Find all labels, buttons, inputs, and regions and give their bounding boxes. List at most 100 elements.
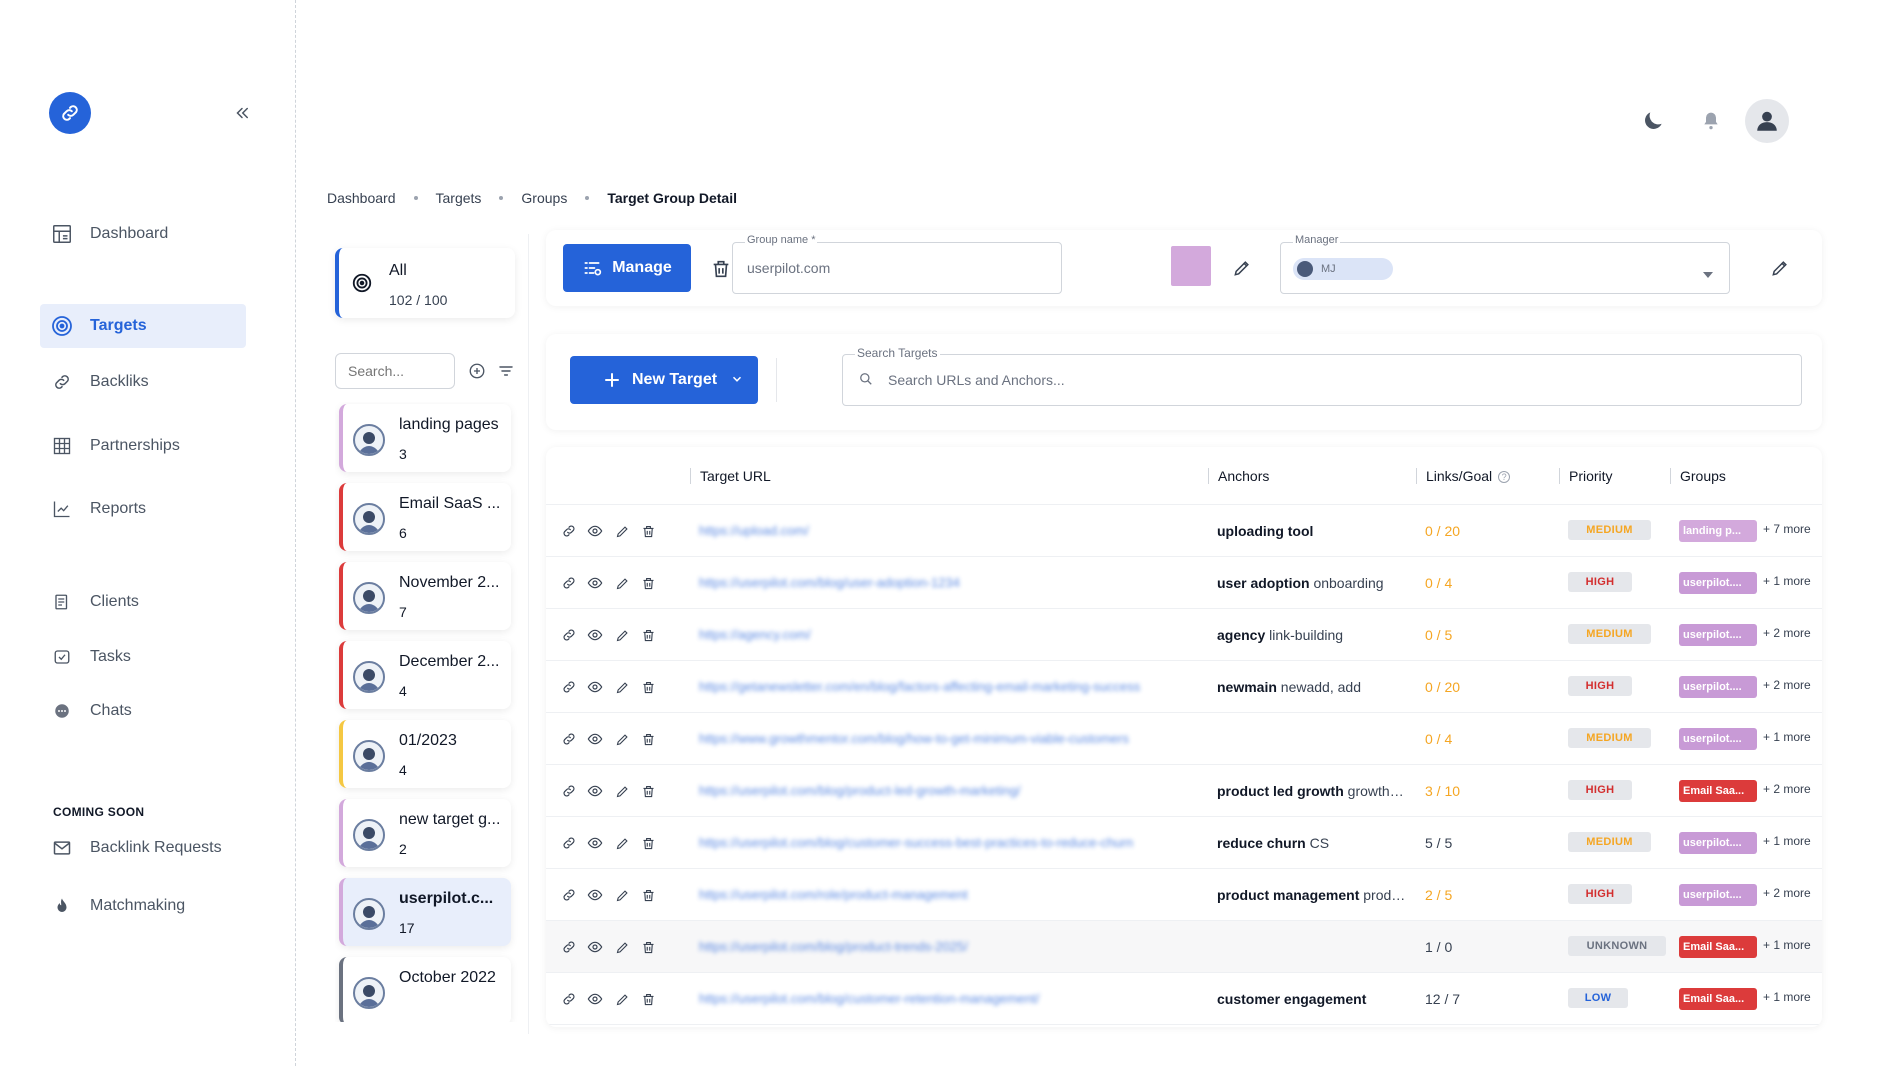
group-card[interactable]: 01/2023 4: [339, 720, 511, 788]
more-groups-link[interactable]: + 1 more: [1763, 834, 1811, 848]
all-groups-card[interactable]: All 102 / 100: [335, 248, 515, 318]
more-groups-link[interactable]: + 2 more: [1763, 678, 1811, 692]
more-groups-link[interactable]: + 7 more: [1763, 522, 1811, 536]
app-logo[interactable]: [49, 92, 91, 134]
add-group-button[interactable]: [466, 360, 488, 382]
notifications-button[interactable]: [1696, 106, 1726, 136]
trash-icon[interactable]: [639, 678, 657, 696]
target-url-link[interactable]: https://userpilot.com/blog/product-trend…: [699, 939, 1199, 954]
group-chip[interactable]: userpilot....: [1679, 676, 1757, 698]
pencil-icon[interactable]: [613, 678, 631, 696]
group-card[interactable]: userpilot.c... 17: [339, 878, 511, 946]
sidebar-item-clients[interactable]: Clients: [40, 580, 246, 624]
eye-icon[interactable]: [586, 990, 604, 1008]
copy-link-icon[interactable]: [560, 782, 578, 800]
sidebar-item-tasks[interactable]: Tasks: [40, 635, 246, 679]
more-groups-link[interactable]: + 2 more: [1763, 886, 1811, 900]
more-groups-link[interactable]: + 1 more: [1763, 938, 1811, 952]
eye-icon[interactable]: [586, 678, 604, 696]
target-url-link[interactable]: https://userpilot.com/blog/user-adoption…: [699, 575, 1199, 590]
target-url-link[interactable]: https://www.growthmentor.com/blog/how-to…: [699, 731, 1199, 746]
sidebar-item-partnerships[interactable]: Partnerships: [40, 424, 246, 468]
group-card[interactable]: November 2... 7: [339, 562, 511, 630]
sidebar-item-matchmaking[interactable]: Matchmaking: [40, 884, 246, 928]
edit-group-name-button[interactable]: [1230, 256, 1254, 280]
pencil-icon[interactable]: [613, 782, 631, 800]
eye-icon[interactable]: [586, 626, 604, 644]
eye-icon[interactable]: [586, 782, 604, 800]
trash-icon[interactable]: [639, 834, 657, 852]
new-target-button[interactable]: New Target: [570, 356, 758, 404]
copy-link-icon[interactable]: [560, 886, 578, 904]
dark-mode-toggle[interactable]: [1638, 106, 1668, 136]
group-card[interactable]: December 2... 4: [339, 641, 511, 709]
delete-group-button[interactable]: [708, 256, 734, 282]
group-card[interactable]: new target g... 2: [339, 799, 511, 867]
group-card[interactable]: October 2022: [339, 957, 511, 1022]
copy-link-icon[interactable]: [560, 522, 578, 540]
group-chip[interactable]: Email Saa...: [1679, 936, 1757, 958]
more-groups-link[interactable]: + 2 more: [1763, 626, 1811, 640]
edit-manager-button[interactable]: [1768, 256, 1792, 280]
manager-chip[interactable]: MJ: [1293, 258, 1393, 280]
more-groups-link[interactable]: + 2 more: [1763, 782, 1811, 796]
help-icon[interactable]: ?: [1498, 471, 1511, 484]
target-url-link[interactable]: https://userpilot.com/blog/product-led-g…: [699, 783, 1199, 798]
target-url-link[interactable]: https://agency.com/: [699, 627, 1199, 642]
copy-link-icon[interactable]: [560, 626, 578, 644]
manage-button[interactable]: Manage: [563, 244, 691, 292]
user-avatar[interactable]: [1745, 99, 1789, 143]
sidebar-item-targets[interactable]: Targets: [40, 304, 246, 348]
group-chip[interactable]: userpilot....: [1679, 728, 1757, 750]
sidebar-item-reports[interactable]: Reports: [40, 487, 246, 531]
group-search-input[interactable]: [335, 353, 455, 389]
column-header-links-goal[interactable]: Links/Goal?: [1416, 468, 1511, 484]
sidebar-item-chats[interactable]: Chats: [40, 689, 246, 733]
target-url-link[interactable]: https://userpilot.com/blog/customer-succ…: [699, 835, 1199, 850]
column-header-groups[interactable]: Groups: [1670, 468, 1726, 484]
pencil-icon[interactable]: [613, 574, 631, 592]
sidebar-item-backlink-requests[interactable]: Backlink Requests: [40, 826, 246, 870]
collapse-sidebar-button[interactable]: [230, 101, 254, 125]
copy-link-icon[interactable]: [560, 990, 578, 1008]
breadcrumb-targets[interactable]: Targets: [436, 190, 482, 206]
group-card[interactable]: Email SaaS ... 6: [339, 483, 511, 551]
column-header-target-url[interactable]: Target URL: [690, 468, 771, 484]
breadcrumb-dashboard[interactable]: Dashboard: [327, 190, 396, 206]
column-header-anchors[interactable]: Anchors: [1208, 468, 1269, 484]
group-chip[interactable]: userpilot....: [1679, 832, 1757, 854]
pencil-icon[interactable]: [613, 730, 631, 748]
group-chip[interactable]: userpilot....: [1679, 884, 1757, 906]
pencil-icon[interactable]: [613, 886, 631, 904]
trash-icon[interactable]: [639, 782, 657, 800]
pencil-icon[interactable]: [613, 938, 631, 956]
more-groups-link[interactable]: + 1 more: [1763, 730, 1811, 744]
trash-icon[interactable]: [639, 522, 657, 540]
eye-icon[interactable]: [586, 574, 604, 592]
column-header-priority[interactable]: Priority: [1559, 468, 1613, 484]
group-card[interactable]: landing pages 3: [339, 404, 511, 472]
trash-icon[interactable]: [639, 886, 657, 904]
eye-icon[interactable]: [586, 522, 604, 540]
copy-link-icon[interactable]: [560, 678, 578, 696]
search-targets-field[interactable]: Search Targets Search URLs and Anchors..…: [842, 346, 1802, 406]
copy-link-icon[interactable]: [560, 938, 578, 956]
trash-icon[interactable]: [639, 626, 657, 644]
pencil-icon[interactable]: [613, 834, 631, 852]
eye-icon[interactable]: [586, 938, 604, 956]
breadcrumb-groups[interactable]: Groups: [521, 190, 567, 206]
eye-icon[interactable]: [586, 886, 604, 904]
group-chip[interactable]: landing p...: [1679, 520, 1757, 542]
trash-icon[interactable]: [639, 990, 657, 1008]
manager-select[interactable]: Manager MJ: [1280, 234, 1730, 294]
eye-icon[interactable]: [586, 834, 604, 852]
copy-link-icon[interactable]: [560, 730, 578, 748]
pencil-icon[interactable]: [613, 626, 631, 644]
target-url-link[interactable]: https://upload.com/: [699, 523, 1199, 538]
sort-groups-button[interactable]: [495, 360, 517, 382]
pencil-icon[interactable]: [613, 990, 631, 1008]
trash-icon[interactable]: [639, 730, 657, 748]
sidebar-item-backliks[interactable]: Backliks: [40, 360, 246, 404]
group-chip[interactable]: Email Saa...: [1679, 780, 1757, 802]
sidebar-item-dashboard[interactable]: Dashboard: [40, 212, 246, 256]
